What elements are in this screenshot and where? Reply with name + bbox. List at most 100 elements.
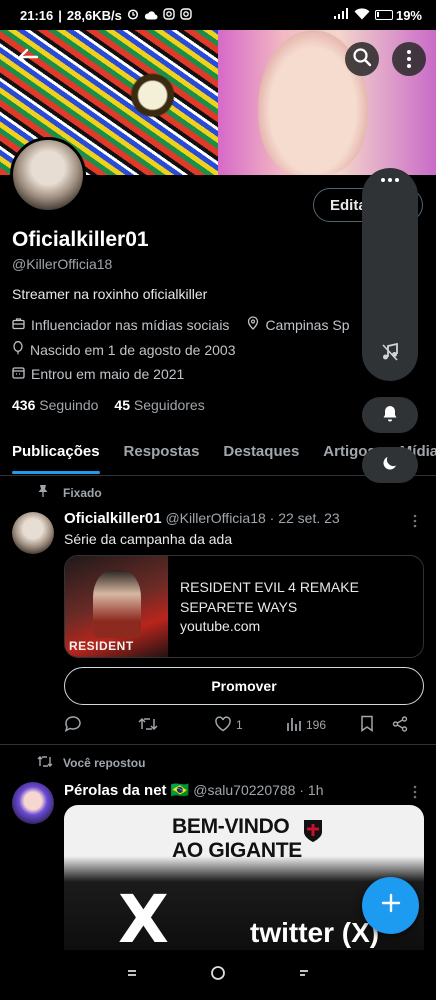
media-title-line-2: AO GIGANTE [172, 839, 303, 862]
battery-fill [376, 12, 379, 17]
post-divider [0, 744, 436, 745]
post-actions: 1 196 [64, 714, 416, 736]
battery-indicator: 19% [374, 7, 422, 23]
profile-birthdate: Nascido em 1 de agosto de 2003 [30, 341, 236, 358]
network-speed: 28,6KB/s [66, 7, 122, 23]
link-card[interactable]: RESIDENT RESIDENT EVIL 4 REMAKE SEPARETE… [64, 555, 424, 658]
card-thumb-text: RESIDENT [69, 639, 134, 653]
profile-avatar[interactable] [10, 137, 86, 213]
profile-category: Influenciador nas mídias sociais [31, 316, 230, 333]
profile-joined: Entrou em maio de 2021 [31, 366, 185, 382]
views-count: 196 [306, 718, 327, 732]
battery-percent: 19% [395, 7, 422, 23]
share-button[interactable] [392, 715, 408, 735]
like-count: 1 [236, 718, 243, 732]
display-name: Oficialkiller01 [12, 228, 149, 251]
status-bar: 21:16 | 28,6KB/s 19% [0, 0, 436, 30]
home-button[interactable] [210, 965, 226, 986]
like-button[interactable]: 1 [214, 715, 286, 735]
following-count: 436 [12, 397, 36, 413]
balloon-icon [12, 341, 24, 358]
back-button[interactable] [11, 42, 45, 76]
pinned-indicator: Fixado [37, 484, 102, 501]
instagram-icon [163, 7, 175, 23]
bell-icon [381, 404, 399, 427]
signal-icon [333, 7, 349, 23]
bookmark-icon [360, 715, 374, 735]
profile-location: Campinas Sp [265, 316, 350, 333]
plus-icon [380, 892, 402, 919]
follow-stats: 436 Seguindo 45 Seguidores [12, 397, 205, 413]
following-label: Seguindo [39, 397, 99, 413]
link-card-thumbnail: RESIDENT [65, 556, 168, 657]
more-options-button[interactable] [392, 42, 426, 76]
pinned-label: Fixado [63, 485, 102, 500]
search-button[interactable] [345, 42, 379, 76]
media-caption: twitter (X) [250, 917, 380, 948]
post-text: Série da campanha da ada [64, 531, 233, 547]
profile-meta-row: Influenciador nas mídias sociais Campina… [12, 316, 349, 333]
profile-joined-row: Entrou em maio de 2021 [12, 366, 184, 382]
post-more-button[interactable] [412, 514, 418, 533]
search-icon [352, 47, 372, 72]
tab-destaques[interactable]: Destaques [223, 432, 299, 476]
followers-label: Seguidores [133, 397, 205, 413]
wifi-icon [354, 7, 370, 23]
location-pin-icon [247, 316, 259, 333]
alarm-icon [127, 8, 139, 23]
x-logo: X [118, 881, 169, 958]
repost-more-button[interactable] [412, 785, 418, 804]
followers-link[interactable]: 45 Seguidores [114, 397, 204, 413]
profile-bio: Streamer na roxinho oficialkiller [12, 286, 208, 302]
cloud-icon [144, 8, 158, 23]
link-card-text: RESIDENT EVIL 4 REMAKE SEPARETE WAYS you… [168, 556, 380, 657]
tab-publicacoes[interactable]: Publicações [12, 432, 100, 476]
post-header: Oficialkiller01 @KillerOfficia18 · 22 se… [64, 510, 340, 527]
following-link[interactable]: 436 Seguindo [12, 397, 98, 413]
bookmark-button[interactable] [360, 715, 392, 735]
dark-mode-toggle[interactable] [362, 447, 418, 483]
post-author-name[interactable]: Oficialkiller01 [64, 510, 162, 527]
compose-post-button[interactable] [362, 877, 419, 934]
promote-label: Promover [211, 678, 277, 694]
instagram-icon-2 [180, 7, 192, 23]
calendar-icon [12, 366, 25, 382]
post-author-avatar[interactable] [12, 512, 54, 554]
pin-icon [37, 484, 49, 501]
profile-birth-row: Nascido em 1 de agosto de 2003 [12, 341, 235, 358]
battery-icon [374, 10, 393, 20]
recents-button[interactable] [125, 966, 139, 984]
briefcase-icon [12, 317, 25, 333]
media-title-line-1: BEM-VINDO [172, 815, 290, 838]
media-headline: BEM-VINDO AO GIGANTE [172, 815, 302, 863]
separator: | [58, 7, 62, 23]
tab-respostas[interactable]: Respostas [124, 432, 200, 476]
repost-header: Pérolas da net 🇧🇷 @salu70220788 · 1h [64, 781, 323, 799]
music-off-icon[interactable] [380, 342, 400, 367]
repost-meta: @salu70220788 · 1h [193, 782, 324, 798]
reply-button[interactable] [64, 715, 138, 735]
views-chart-icon [286, 716, 302, 735]
link-card-title: RESIDENT EVIL 4 REMAKE SEPARETE WAYS [180, 579, 359, 615]
user-handle: @KillerOfficia18 [12, 256, 113, 272]
retweet-button[interactable] [138, 716, 214, 735]
followers-count: 45 [114, 397, 130, 413]
reply-icon [64, 715, 82, 735]
repost-author-name[interactable]: Pérolas da net 🇧🇷 [64, 782, 189, 799]
horizontal-dots-icon[interactable] [381, 178, 399, 182]
repost-label: Você repostou [63, 756, 146, 770]
system-nav-bar [0, 950, 436, 1000]
moon-icon [381, 454, 399, 477]
clock: 21:16 [20, 7, 54, 23]
club-crest-icon [302, 818, 324, 849]
views-button[interactable]: 196 [286, 716, 360, 735]
game-character-figure [93, 570, 141, 638]
post-meta: @KillerOfficia18 · 22 set. 23 [165, 510, 340, 526]
repost-author-avatar[interactable] [12, 782, 54, 824]
repost-indicator: Você repostou [37, 755, 145, 771]
promote-button[interactable]: Promover [64, 667, 424, 705]
repost-icon [37, 755, 53, 771]
system-back-button[interactable] [297, 966, 311, 984]
heart-icon [214, 715, 232, 735]
notifications-toggle[interactable] [362, 397, 418, 433]
